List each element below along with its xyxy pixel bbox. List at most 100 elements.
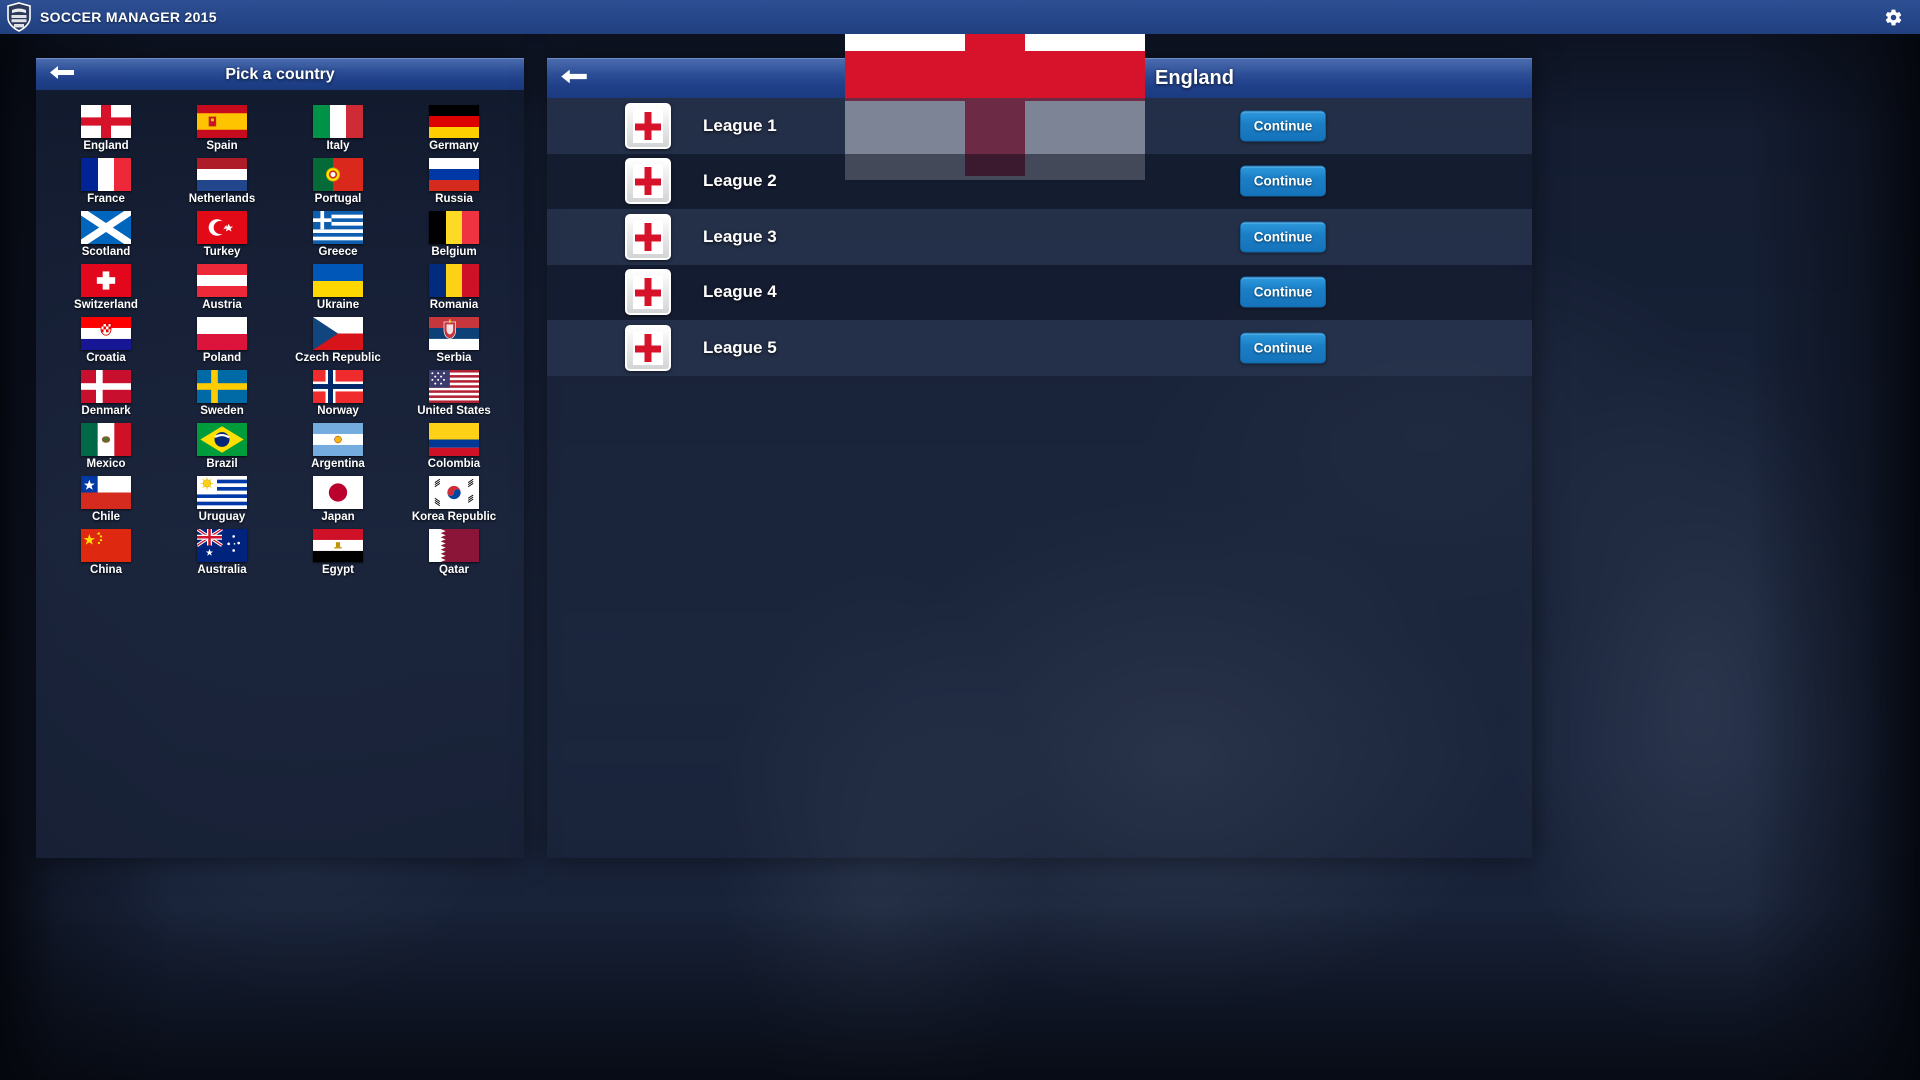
flag-brazil [197, 423, 247, 456]
country-item-russia[interactable]: Russia [396, 153, 512, 205]
league-row[interactable]: League 2 Continue [547, 153, 1532, 209]
country-label: Egypt [322, 564, 354, 576]
continue-button[interactable]: Continue [1240, 165, 1326, 197]
country-item-korea-republic[interactable]: Korea Republic [396, 471, 512, 523]
country-item-greece[interactable]: Greece [280, 206, 396, 258]
gear-icon[interactable] [1876, 0, 1910, 34]
country-item-czech-republic[interactable]: Czech Republic [280, 312, 396, 364]
country-label: Croatia [86, 352, 126, 364]
flag-serbia [429, 317, 479, 350]
flag-turkey [197, 211, 247, 244]
flag-poland [197, 317, 247, 350]
country-item-england[interactable]: England [48, 100, 164, 152]
country-item-italy[interactable]: Italy [280, 100, 396, 152]
country-item-ukraine[interactable]: Ukraine [280, 259, 396, 311]
country-label: Norway [317, 405, 359, 417]
country-label: Ukraine [316, 299, 360, 311]
flag-ukraine [313, 264, 363, 297]
country-item-australia[interactable]: Australia [164, 524, 280, 576]
country-label: Australia [197, 564, 247, 576]
continue-button[interactable]: Continue [1240, 332, 1326, 364]
country-item-scotland[interactable]: Scotland [48, 206, 164, 258]
flag-korea [429, 476, 479, 509]
country-label: Greece [318, 246, 358, 258]
country-label: Turkey [203, 246, 241, 258]
country-label: Spain [206, 140, 238, 152]
league-row[interactable]: League 3 Continue [547, 209, 1532, 265]
country-item-colombia[interactable]: Colombia [396, 418, 512, 470]
league-name: League 5 [703, 337, 777, 357]
country-item-brazil[interactable]: Brazil [164, 418, 280, 470]
country-item-spain[interactable]: Spain [164, 100, 280, 152]
country-item-egypt[interactable]: Egypt [280, 524, 396, 576]
back-arrow-icon[interactable] [48, 64, 76, 85]
flag-portugal [313, 158, 363, 191]
flag-france [81, 158, 131, 191]
flag-england [81, 105, 131, 138]
country-label: Switzerland [74, 299, 138, 311]
continue-button[interactable]: Continue [1240, 221, 1326, 253]
country-item-germany[interactable]: Germany [396, 100, 512, 152]
flag-spain [197, 105, 247, 138]
country-label: Mexico [86, 458, 126, 470]
league-row[interactable]: League 1 Continue [547, 98, 1532, 154]
country-item-argentina[interactable]: Argentina [280, 418, 396, 470]
country-item-belgium[interactable]: Belgium [396, 206, 512, 258]
country-item-mexico[interactable]: Mexico [48, 418, 164, 470]
country-item-poland[interactable]: Poland [164, 312, 280, 364]
league-name: League 2 [703, 171, 777, 191]
continue-button[interactable]: Continue [1240, 110, 1326, 142]
country-item-france[interactable]: France [48, 153, 164, 205]
country-item-switzerland[interactable]: Switzerland [48, 259, 164, 311]
league-row[interactable]: League 4 Continue [547, 264, 1532, 320]
country-label: Czech Republic [295, 352, 381, 364]
country-item-united-states[interactable]: United States [396, 365, 512, 417]
country-label: France [87, 193, 125, 205]
country-label: England [83, 140, 129, 152]
country-label: Brazil [206, 458, 238, 470]
flag-russia [429, 158, 479, 191]
league-badge-icon [625, 158, 671, 205]
country-item-china[interactable]: China [48, 524, 164, 576]
country-item-serbia[interactable]: Serbia [396, 312, 512, 364]
league-badge-icon [625, 102, 671, 149]
country-item-sweden[interactable]: Sweden [164, 365, 280, 417]
country-label: Poland [202, 352, 242, 364]
country-item-uruguay[interactable]: Uruguay [164, 471, 280, 523]
country-item-qatar[interactable]: Qatar [396, 524, 512, 576]
flag-greece [313, 211, 363, 244]
top-bar: SOCCER MANAGER 2015 [0, 0, 1920, 34]
flag-australia [197, 529, 247, 562]
country-item-turkey[interactable]: Turkey [164, 206, 280, 258]
country-label: Serbia [436, 352, 472, 364]
country-item-austria[interactable]: Austria [164, 259, 280, 311]
back-arrow-icon[interactable] [559, 68, 589, 90]
country-label: Sweden [200, 405, 244, 417]
country-label: Japan [321, 511, 355, 523]
selected-country-name: England [1155, 67, 1234, 89]
country-item-japan[interactable]: Japan [280, 471, 396, 523]
country-label: Korea Republic [411, 511, 497, 523]
country-label: Colombia [427, 458, 481, 470]
flag-qatar [429, 529, 479, 562]
league-badge-icon [625, 324, 671, 371]
country-grid: England Spain Italy Germany France Netherland… [36, 100, 524, 576]
flag-austria [197, 264, 247, 297]
country-item-romania[interactable]: Romania [396, 259, 512, 311]
country-item-netherlands[interactable]: Netherlands [164, 153, 280, 205]
country-item-denmark[interactable]: Denmark [48, 365, 164, 417]
continue-button[interactable]: Continue [1240, 276, 1326, 308]
country-item-portugal[interactable]: Portugal [280, 153, 396, 205]
country-label: Chile [91, 511, 121, 523]
flag-romania [429, 264, 479, 297]
country-item-norway[interactable]: Norway [280, 365, 396, 417]
country-label: China [90, 564, 122, 576]
flag-belgium [429, 211, 479, 244]
flag-norway [313, 370, 363, 403]
left-panel-body: England Spain Italy Germany France Netherland… [36, 90, 524, 858]
country-label: Romania [429, 299, 479, 311]
country-item-chile[interactable]: Chile [48, 471, 164, 523]
league-row[interactable]: League 5 Continue [547, 320, 1532, 376]
country-label: Germany [429, 140, 479, 152]
country-item-croatia[interactable]: Croatia [48, 312, 164, 364]
